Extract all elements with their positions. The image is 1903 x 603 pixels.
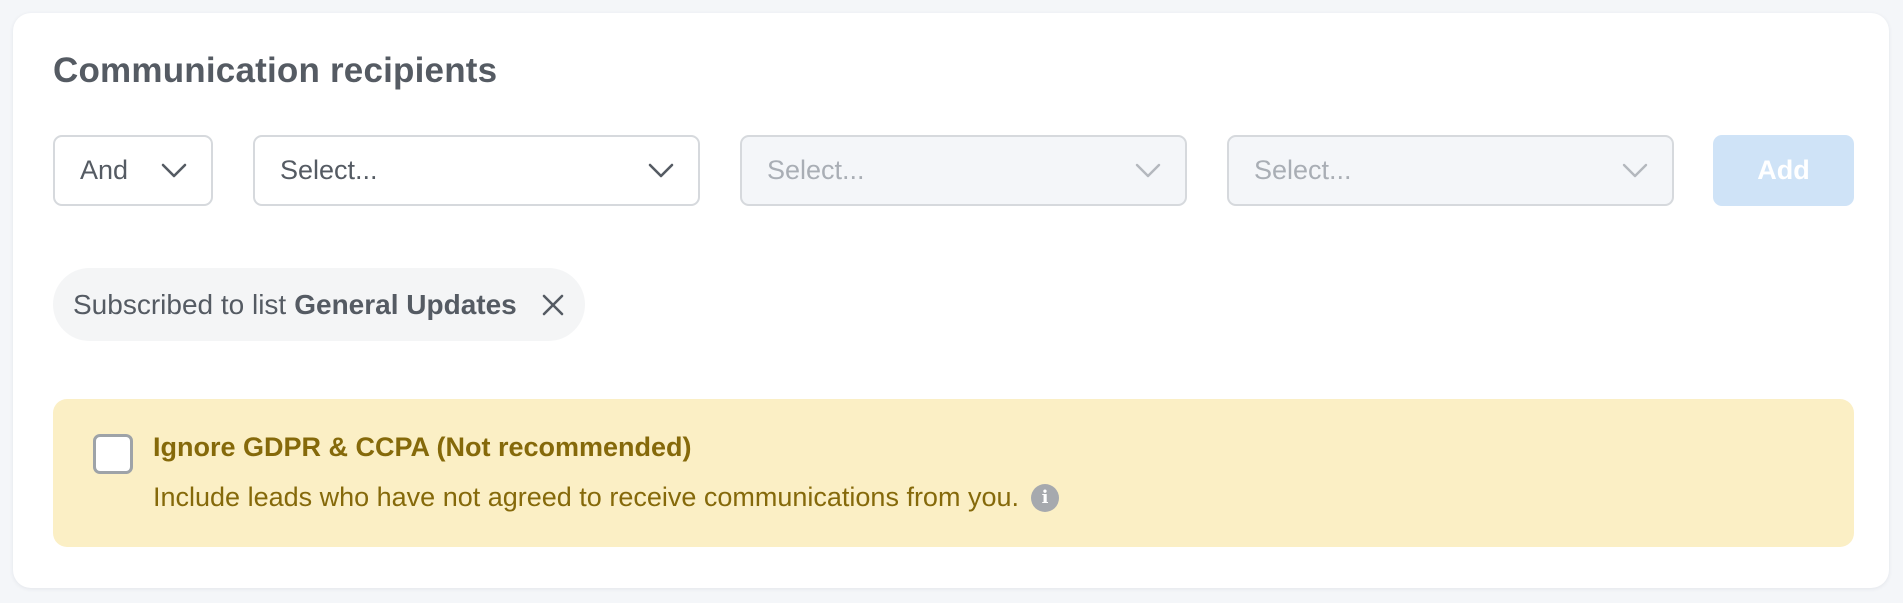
- gdpr-description: Include leads who have not agreed to rec…: [153, 482, 1019, 512]
- filter-value-placeholder: Select...: [1254, 155, 1352, 185]
- chevron-down-icon: [1135, 163, 1161, 177]
- gdpr-description-row: Include leads who have not agreed to rec…: [153, 482, 1059, 513]
- active-filter-chip: Subscribed to list General Updates: [53, 268, 585, 341]
- close-icon[interactable]: [541, 293, 565, 317]
- gdpr-warning-box: Ignore GDPR & CCPA (Not recommended) Inc…: [53, 399, 1854, 547]
- operator-dropdown[interactable]: And: [53, 135, 213, 206]
- filter-condition-placeholder: Select...: [767, 155, 865, 185]
- chevron-down-icon: [1622, 163, 1648, 177]
- chevron-down-icon: [648, 163, 674, 177]
- chip-prefix: Subscribed to list: [73, 288, 287, 320]
- info-icon[interactable]: i: [1030, 483, 1059, 512]
- gdpr-title[interactable]: Ignore GDPR & CCPA (Not recommended): [153, 432, 692, 463]
- communication-recipients-card: Communication recipients And Select... S…: [13, 13, 1889, 588]
- filter-condition-dropdown: Select...: [740, 135, 1187, 206]
- section-title: Communication recipients: [53, 51, 498, 90]
- filter-field-placeholder: Select...: [280, 155, 378, 185]
- add-filter-button[interactable]: Add: [1713, 135, 1854, 206]
- filter-value-dropdown: Select...: [1227, 135, 1674, 206]
- chevron-down-icon: [161, 163, 187, 177]
- filter-field-dropdown[interactable]: Select...: [253, 135, 700, 206]
- operator-value: And: [80, 155, 129, 185]
- ignore-gdpr-checkbox[interactable]: [93, 434, 133, 474]
- chip-value: General Updates: [294, 288, 517, 320]
